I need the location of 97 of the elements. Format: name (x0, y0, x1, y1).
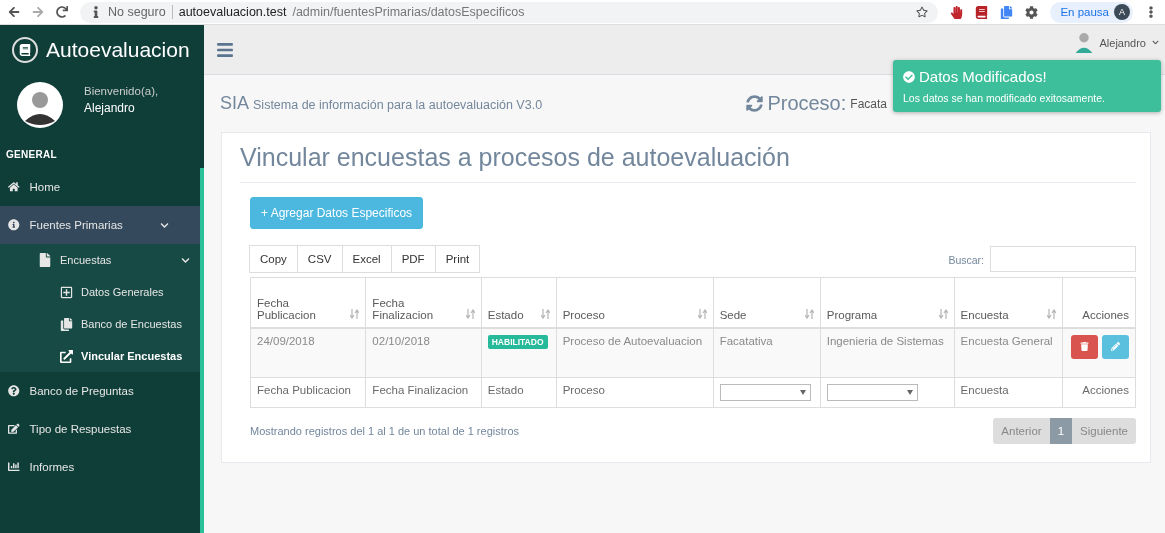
back-icon[interactable] (8, 6, 20, 18)
menu-item[interactable]: Fuentes Primarias (0, 206, 200, 244)
security-label: No seguro (108, 5, 166, 19)
copy-icon[interactable] (1000, 5, 1014, 19)
table-cell: Proceso de Autoevaluacion (556, 327, 714, 378)
sort-icon[interactable] (938, 308, 948, 319)
book-icon (12, 37, 38, 63)
column-header[interactable]: Fecha Finalizacion (365, 277, 482, 328)
caret-icon (906, 390, 913, 395)
menu-item[interactable]: Vincular Encuestas (0, 340, 200, 372)
stop-hand-icon[interactable] (950, 5, 964, 19)
sort-icon[interactable] (1046, 308, 1056, 319)
table-cell: Encuesta General (954, 327, 1063, 378)
avatar (1073, 32, 1094, 53)
profile-button[interactable]: En pausa A (1050, 1, 1133, 23)
welcome-text: Bienvenido(a), (84, 85, 159, 97)
menu-item[interactable]: Datos Generales (0, 276, 200, 308)
export-button[interactable]: CSV (296, 245, 343, 273)
help-icon (8, 385, 20, 397)
external-link-icon (60, 349, 73, 363)
footer-cell: Encuesta (954, 377, 1063, 408)
notification-title: Datos Modificados! (919, 68, 1047, 85)
forward-icon[interactable] (32, 6, 44, 18)
sort-icon[interactable] (804, 308, 814, 319)
menu-icon[interactable] (216, 40, 234, 59)
caret-icon (1152, 39, 1159, 46)
process-label: Proceso: (767, 92, 847, 115)
edit-icon (8, 423, 20, 435)
column-header[interactable]: Fecha Publicacion (250, 277, 366, 328)
bar-chart-icon (8, 461, 20, 473)
menu-item[interactable]: Informes (0, 448, 200, 486)
check-icon (903, 70, 915, 83)
filter-dropdown[interactable] (719, 384, 811, 401)
column-header[interactable]: Estado (481, 277, 557, 328)
avatar (16, 81, 64, 129)
edit-button[interactable] (1102, 334, 1129, 359)
column-header[interactable]: Acciones (1062, 277, 1136, 328)
search-label: Buscar: (948, 253, 984, 266)
home-icon (8, 181, 20, 193)
file-icon (38, 253, 52, 267)
notification-message: Los datos se han modificado exitosamente. (903, 92, 1106, 104)
filter-dropdown[interactable] (826, 384, 918, 401)
table-cell: 24/09/2018 (250, 327, 366, 378)
export-button[interactable]: PDF (390, 245, 436, 273)
export-button[interactable]: Copy (249, 245, 298, 273)
table-info: Mostrando registros del 1 al 1 de un total de 1 registros (250, 425, 520, 437)
footer-cell: Fecha Finalizacion (365, 377, 482, 408)
trash-icon (1080, 342, 1089, 351)
sort-icon[interactable] (350, 308, 360, 319)
address-bar[interactable]: No seguro autoevaluacion.test /admin/fuentesPrimarias/datosEspecificos (80, 1, 939, 23)
reload-icon[interactable] (56, 6, 68, 18)
pencil-icon (1111, 342, 1120, 351)
menu-item[interactable]: Tipo de Respuestas (0, 410, 200, 448)
grid-icon (60, 285, 73, 299)
url-path: /admin/fuentesPrimarias/datosEspecificos (292, 5, 525, 19)
chevron-icon (181, 255, 190, 265)
caret-icon (799, 390, 806, 395)
documents-icon (60, 317, 73, 331)
brand-name: Autoevaluacion (46, 38, 190, 62)
user-menu[interactable]: Alejandro (1073, 32, 1159, 53)
avatar: A (1114, 4, 1130, 20)
app-abbreviation: SIA (220, 93, 249, 113)
menu-item[interactable]: Home (0, 168, 200, 206)
delete-button[interactable] (1071, 334, 1098, 359)
star-icon[interactable] (916, 6, 929, 18)
sort-icon[interactable] (697, 308, 707, 319)
footer-cell: Acciones (1062, 377, 1136, 408)
column-header[interactable]: Proceso (556, 277, 714, 328)
table-cell: 02/10/2018 (365, 327, 482, 378)
menu-item[interactable]: Encuestas (0, 244, 200, 276)
book-icon[interactable] (975, 5, 989, 19)
column-header[interactable]: Programa (820, 277, 955, 328)
column-header[interactable]: Encuesta (954, 277, 1063, 328)
export-button[interactable]: Excel (341, 245, 392, 273)
footer-cell: Estado (481, 377, 557, 408)
sort-icon[interactable] (465, 308, 475, 319)
menu-item[interactable]: Banco de Encuestas (0, 308, 200, 340)
menu-item[interactable]: Banco de Preguntas (0, 372, 200, 410)
user-name: Alejandro (84, 101, 136, 115)
app-subtitle: Sistema de información para la autoevaluación V3.0 (253, 98, 543, 112)
process-name: Facata (850, 96, 887, 111)
info-icon (8, 219, 20, 231)
search-field[interactable] (990, 246, 1136, 272)
url-host: autoevaluacion.test (171, 5, 287, 19)
footer-cell: Fecha Publicacion (250, 377, 366, 408)
table-cell: Ingenieria de Sistemas (820, 327, 955, 378)
chevron-icon (159, 220, 169, 230)
table-cell: Facatativa (713, 327, 821, 378)
export-button[interactable]: Print (434, 245, 481, 273)
section-heading: GENERAL (5, 148, 58, 162)
page-title: Vincular encuestas a procesos de autoevaluación (240, 141, 1136, 183)
status-badge: HABILITADO (487, 334, 548, 349)
column-header[interactable]: Sede (713, 277, 821, 328)
refresh-icon (746, 95, 764, 112)
gear-icon[interactable] (1025, 5, 1039, 19)
footer-cell: Proceso (556, 377, 714, 408)
sort-icon[interactable] (540, 308, 550, 319)
